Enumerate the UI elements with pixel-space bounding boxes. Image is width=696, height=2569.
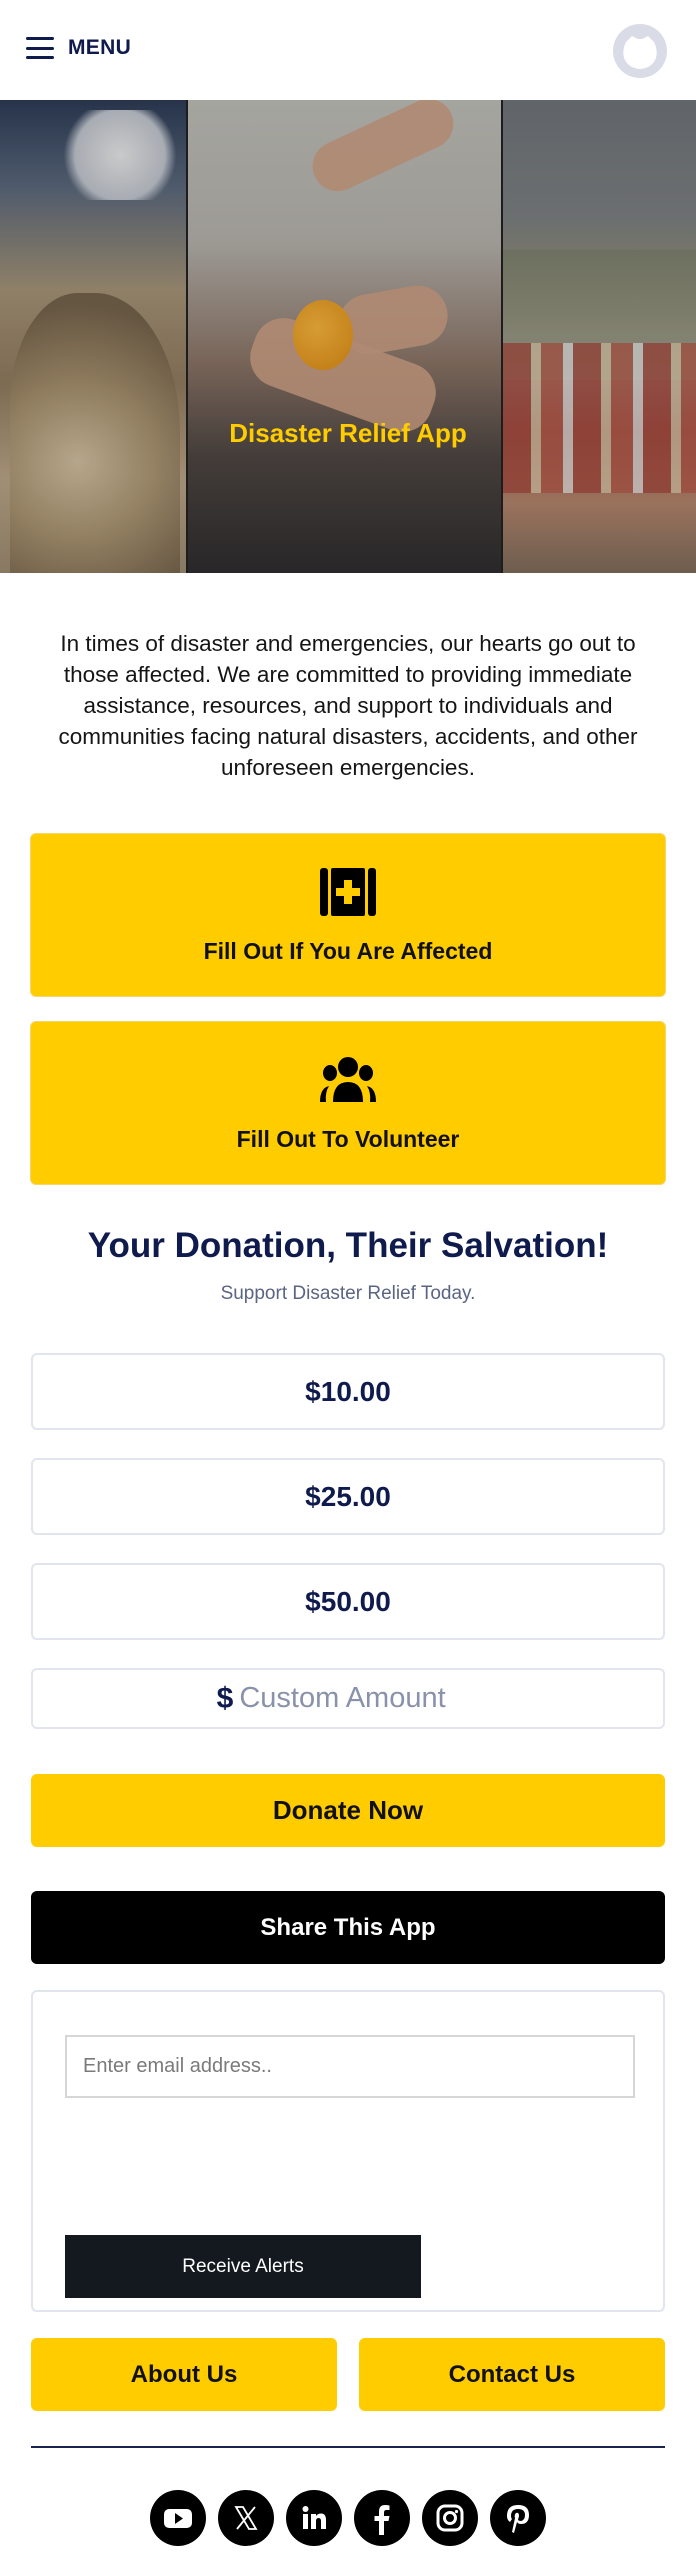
linkedin-icon[interactable] [286,2490,342,2546]
amount-option-50[interactable]: $50.00 [31,1563,665,1640]
donation-subtitle: Support Disaster Relief Today. [220,1283,476,1304]
first-aid-kit-icon [320,868,376,916]
footer-divider [31,2446,665,2448]
x-twitter-icon[interactable] [218,2490,274,2546]
app-header: MENU [0,0,696,100]
donate-now-button[interactable]: Donate Now [31,1774,665,1847]
currency-symbol: $ [216,1681,234,1715]
hamburger-icon [26,37,54,59]
affected-form-label: Fill Out If You Are Affected [203,938,493,964]
hero-title: Disaster Relief App [229,418,467,448]
custom-amount-input[interactable] [239,1682,480,1715]
user-avatar-icon[interactable] [612,22,668,80]
hero-banner: Disaster Relief App [0,100,696,573]
volunteer-form-label: Fill Out To Volunteer [236,1126,460,1152]
social-links [0,2490,696,2546]
alerts-signup-card: Receive Alerts [31,1990,665,2312]
pinterest-icon[interactable] [490,2490,546,2546]
custom-amount-field[interactable]: $ [31,1668,665,1729]
intro-text: In times of disaster and emergencies, ou… [58,631,638,780]
menu-label: MENU [68,36,132,59]
youtube-icon[interactable] [150,2490,206,2546]
group-people-icon [320,1057,376,1102]
contact-us-button[interactable]: Contact Us [359,2338,665,2411]
donation-title: Your Donation, Their Salvation! [87,1226,609,1265]
amount-option-25[interactable]: $25.00 [31,1458,665,1535]
volunteer-form-button[interactable]: Fill Out To Volunteer [31,1022,665,1184]
share-app-button[interactable]: Share This App [31,1891,665,1964]
amount-option-10[interactable]: $10.00 [31,1353,665,1430]
receive-alerts-button[interactable]: Receive Alerts [65,2235,421,2298]
email-input[interactable] [65,2035,635,2098]
menu-button[interactable]: MENU [26,36,131,60]
facebook-icon[interactable] [354,2490,410,2546]
about-us-button[interactable]: About Us [31,2338,337,2411]
instagram-icon[interactable] [422,2490,478,2546]
affected-form-button[interactable]: Fill Out If You Are Affected [31,834,665,996]
